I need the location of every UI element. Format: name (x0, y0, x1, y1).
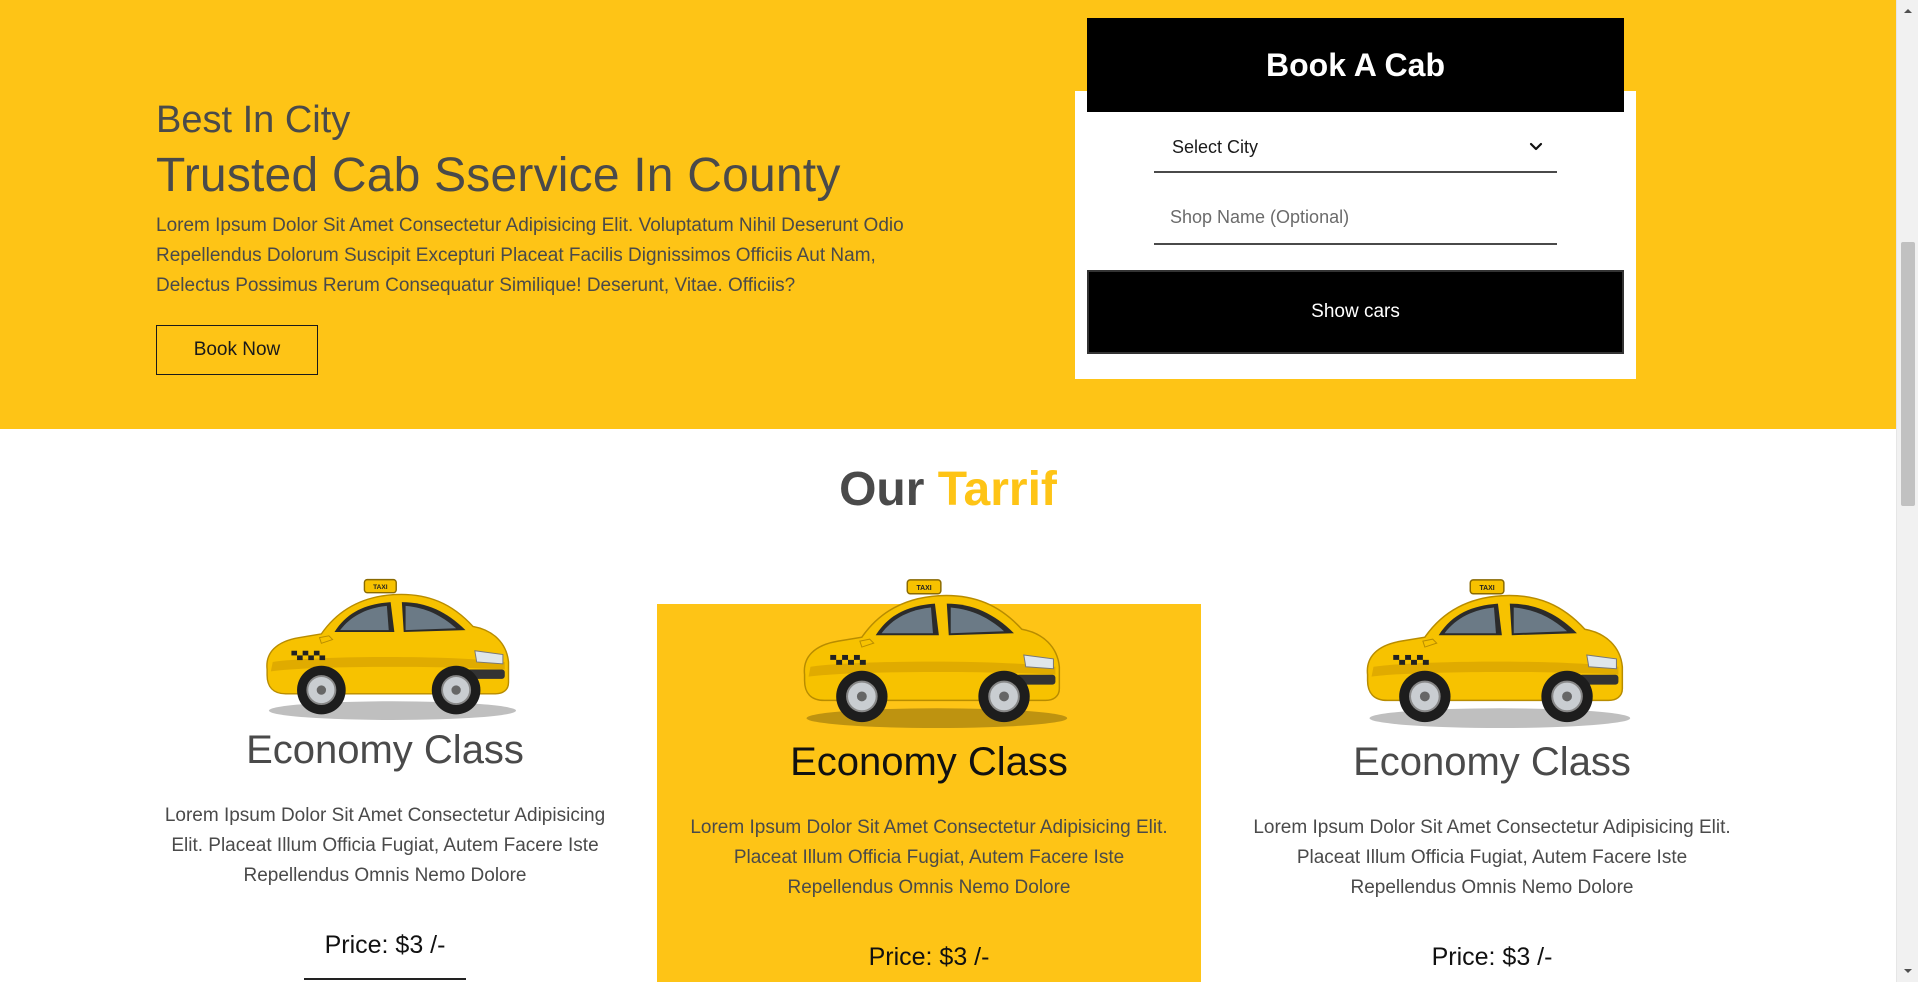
chevron-down-icon (1529, 142, 1543, 151)
booking-title: Book A Cab (1266, 46, 1445, 83)
shop-name-input[interactable] (1154, 191, 1557, 245)
tariff-card-title: Economy Class (790, 740, 1068, 784)
scrollbar-thumb[interactable] (1901, 242, 1915, 506)
tariff-card-description: Lorem Ipsum Dolor Sit Amet Consectetur A… (690, 817, 1168, 898)
hero-section: Best In City Trusted Cab Sservice In Cou… (0, 0, 1896, 429)
hero-description: Lorem Ipsum Dolor Sit Amet Consectetur A… (156, 214, 904, 296)
scroll-down-icon[interactable] (1903, 966, 1913, 976)
scroll-up-icon[interactable] (1903, 6, 1913, 16)
tariff-card-price: Price: $3 /- (1431, 943, 1553, 971)
show-cars-button[interactable]: Show cars (1087, 270, 1624, 354)
city-select[interactable]: Select City (1154, 123, 1557, 173)
tariff-title-accent: Tarrif (937, 463, 1057, 516)
tariff-card-title: Economy Class (246, 728, 524, 772)
book-now-button[interactable]: Book Now (156, 325, 318, 375)
hero-title: Trusted Cab Sservice In County (156, 148, 841, 202)
hero-kicker: Best In City (156, 99, 351, 141)
city-select-value: Select City (1172, 136, 1259, 157)
hero-text: Best In City Trusted Cab Sservice In Cou… (156, 98, 916, 301)
taxi-car-icon (788, 572, 1070, 730)
tariff-card: Economy Class Lorem Ipsum Dolor Sit Amet… (657, 572, 1201, 972)
tariff-card-description: Lorem Ipsum Dolor Sit Amet Consectetur A… (1253, 817, 1731, 898)
taxi-car-icon (254, 572, 516, 722)
tariff-section-title: Our Tarrif (0, 462, 1896, 517)
tariff-title-main: Our (839, 463, 925, 516)
booking-header: Book A Cab (1087, 18, 1624, 112)
tariff-card-price: Price: $3 /- (868, 943, 990, 971)
tariff-card-title: Economy Class (1353, 740, 1631, 784)
taxi-car-icon (1351, 572, 1633, 730)
tariff-card: Economy Class Lorem Ipsum Dolor Sit Amet… (1246, 572, 1738, 972)
tariff-card-description: Lorem Ipsum Dolor Sit Amet Consectetur A… (164, 805, 606, 886)
price-underline (304, 978, 466, 980)
vertical-scrollbar[interactable] (1896, 0, 1918, 982)
tariff-card-price: Price: $3 /- (324, 931, 446, 959)
tariff-card: Economy Class Lorem Ipsum Dolor Sit Amet… (160, 572, 610, 980)
